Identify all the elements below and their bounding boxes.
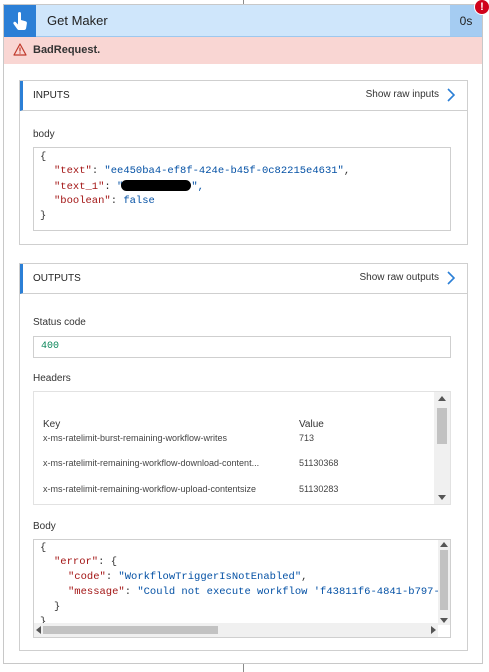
scroll-down-icon[interactable] [438,495,446,500]
action-card: Get Maker 0s ! BadRequest. INPUTS Show r… [3,0,489,664]
scrollbar-thumb[interactable] [43,626,218,634]
chevron-right-icon[interactable] [447,271,456,290]
code-line-boolean: "boolean": false [54,195,155,207]
inputs-body-code[interactable]: { "text": "ee450ba4-ef8f-424e-b45f-0c822… [33,147,451,231]
chevron-right-icon[interactable] [447,88,456,107]
headers-table[interactable]: Key Value x-ms-ratelimit-burst-remaining… [33,391,451,505]
scroll-up-icon[interactable] [438,396,446,401]
status-code-label: Status code [33,317,86,328]
code-line-error: "error": { [54,556,118,568]
header-row-key: x-ms-ratelimit-burst-remaining-workflow-… [43,433,228,443]
code-brace: { [40,151,47,163]
header-row-value: 51130368 [299,458,339,468]
inputs-header: INPUTS Show raw inputs [20,81,467,111]
scrollbar-thumb[interactable] [440,550,448,610]
outputs-title: OUTPUTS [33,273,81,284]
code-line-text1: "text_1": " ", [54,180,204,193]
error-count-badge: ! [474,0,489,15]
status-code-value[interactable]: 400 [33,336,451,358]
outputs-section: OUTPUTS Show raw outputs Status code 400… [19,263,468,651]
flow-connector-bottom [243,664,244,672]
show-raw-outputs-link[interactable]: Show raw outputs [360,272,440,283]
outputs-body-label: Body [33,521,56,532]
action-header[interactable]: Get Maker 0s ! [4,0,489,37]
inputs-body-label: body [33,129,55,140]
error-message: BadRequest. [33,44,101,56]
header-row-key: x-ms-ratelimit-remaining-workflow-downlo… [43,458,260,468]
touch-hand-icon [4,5,36,37]
scroll-right-icon[interactable] [431,626,436,634]
scroll-up-icon[interactable] [440,542,448,547]
scroll-down-icon[interactable] [440,618,448,623]
show-raw-inputs-link[interactable]: Show raw inputs [366,89,439,100]
header-row-key: x-ms-ratelimit-remaining-workflow-upload… [43,484,257,494]
code-brace: { [40,542,47,554]
column-header-value: Value [299,419,324,430]
code-line-message: "message": "Could not execute workflow '… [68,586,451,598]
scrollbar-thumb[interactable] [437,408,447,444]
header-row-value: 713 [299,433,315,443]
headers-label: Headers [33,373,71,384]
warning-icon [13,43,27,61]
body-vertical-scrollbar[interactable] [438,540,450,625]
action-title: Get Maker [47,13,108,28]
error-banner: BadRequest. [4,37,482,64]
code-line-text: "text": "ee450ba4-ef8f-424e-b45f-0c82215… [54,165,351,177]
column-header-key: Key [43,419,61,430]
redaction-mark [121,180,192,191]
outputs-body-code[interactable]: { "error": { "code": "WorkflowTriggerIsN… [33,539,451,638]
inputs-title: INPUTS [33,90,70,101]
header-row-value: 51130283 [299,484,339,494]
code-brace: } [40,210,47,222]
scroll-left-icon[interactable] [36,626,41,634]
code-brace: } [54,601,61,613]
inputs-section: INPUTS Show raw inputs body { "text": "e… [19,80,468,245]
body-horizontal-scrollbar[interactable] [34,623,438,637]
outputs-header: OUTPUTS Show raw outputs [20,264,467,294]
headers-vertical-scrollbar[interactable] [434,392,450,504]
code-line-code: "code": "WorkflowTriggerIsNotEnabled", [68,571,308,583]
